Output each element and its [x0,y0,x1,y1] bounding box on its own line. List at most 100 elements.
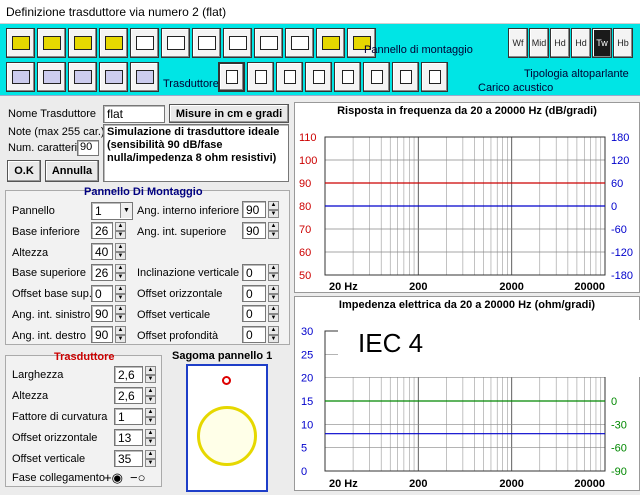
type-hd1-button[interactable]: Hd [550,28,570,58]
type-tw-button[interactable]: Tw [592,28,612,58]
incl-spinner[interactable]: ▲ ▼ [268,264,279,281]
alt-label: Altezza [12,390,49,402]
load-1-button[interactable] [218,62,245,92]
larg-spinner[interactable]: ▲ ▼ [145,366,156,383]
y-right-tick-label: 180 [611,132,629,144]
ang-des-spinner[interactable]: ▲ ▼ [115,326,126,343]
speaker-icon [341,70,354,84]
chevron-down-icon[interactable]: ▼ [120,203,132,218]
alt-input[interactable]: 2,6 [114,387,143,404]
ang-int-sup-input[interactable]: 90 [242,222,266,239]
tr-off-or-spinner[interactable]: ▲ ▼ [145,429,156,446]
mount-shape-9-button[interactable] [254,28,283,58]
y-right-tick-label: -30 [611,419,627,431]
incl-input[interactable]: 0 [242,264,266,281]
load-5-button[interactable] [334,62,361,92]
y-left-tick-label: 0 [301,466,307,478]
type-wf-button[interactable]: Wf [508,28,528,58]
altezza-spinner[interactable]: ▲ ▼ [115,243,126,260]
base-sup-input[interactable]: 26 [91,264,113,281]
ang-sin-input[interactable]: 90 [91,305,113,322]
mount-shape-11-button[interactable] [316,28,345,58]
off-ver-label: Offset verticale [137,309,211,321]
load-8-button[interactable] [421,62,448,92]
load-4-button[interactable] [305,62,332,92]
larg-input[interactable]: 2,6 [114,366,143,383]
type-hb-button[interactable]: Hb [613,28,633,58]
ang-int-inf-spinner[interactable]: ▲ ▼ [268,201,279,218]
load-6-button[interactable] [363,62,390,92]
off-or-input[interactable]: 0 [242,285,266,302]
ang-int-inf-input[interactable]: 90 [242,201,266,218]
off-prof-input[interactable]: 0 [242,326,266,343]
curv-spinner[interactable]: ▲ ▼ [145,408,156,425]
off-prof-spinner[interactable]: ▲ ▼ [268,326,279,343]
phase-positive-radio[interactable]: +◉ [104,470,123,486]
driver-shape-1-button[interactable] [6,62,35,92]
y-left-tick-label: 100 [299,155,317,167]
tr-off-ver-input[interactable]: 35 [114,450,143,467]
ang-des-input[interactable]: 90 [91,326,113,343]
mount-shape-4-button[interactable] [99,28,128,58]
frequency-response-chart: Risposta in frequenza da 20 a 20000 Hz (… [294,102,640,293]
curv-input[interactable]: 1 [114,408,143,425]
load-2-button[interactable] [247,62,274,92]
name-input[interactable]: flat [103,105,165,123]
tr-off-ver-spinner[interactable]: ▲ ▼ [145,450,156,467]
driver-shape-4-button[interactable] [99,62,128,92]
altezza-input[interactable]: 40 [91,243,113,260]
off-ver-spinner[interactable]: ▲ ▼ [268,305,279,322]
ok-button[interactable]: O.K [7,160,41,182]
y-right-tick-label: -60 [611,224,627,236]
speaker-type-row: Wf Mid Hd Hd Tw Hb [508,28,633,58]
ang-int-sup-spinner[interactable]: ▲ ▼ [268,222,279,239]
ang-int-inf-label: Ang. interno inferiore [137,205,240,217]
driver-shape-row [6,62,159,92]
driver-shape-2-button[interactable] [37,62,66,92]
mount-shape-8-button[interactable] [223,28,252,58]
panel-icon [42,36,61,50]
driver-shape-5-button[interactable] [130,62,159,92]
ang-sin-spinner[interactable]: ▲ ▼ [115,305,126,322]
y-left-tick-label: 80 [299,201,311,213]
panel-icon [197,36,216,50]
tr-off-or-input[interactable]: 13 [114,429,143,446]
base-sup-spinner[interactable]: ▲ ▼ [115,264,126,281]
alt-spinner[interactable]: ▲ ▼ [145,387,156,404]
y-right-tick-label: 0 [611,201,617,213]
cancel-button[interactable]: Annulla [45,160,99,182]
tr-off-ver-label: Offset verticale [12,453,86,465]
type-tw-label: Tw [596,38,608,48]
base-inf-input[interactable]: 26 [91,222,113,239]
ang-sin-label: Ang. int. sinistro [12,309,91,321]
off-base-spinner[interactable]: ▲ ▼ [115,285,126,302]
type-wf-label: Wf [512,38,524,48]
base-inf-spinner[interactable]: ▲ ▼ [115,222,126,239]
mount-shape-2-button[interactable] [37,28,66,58]
mount-shape-1-button[interactable] [6,28,35,58]
load-7-button[interactable] [392,62,419,92]
note-label: Note (max 255 car.) [8,126,105,138]
units-button[interactable]: Misure in cm e gradi [169,104,289,123]
off-or-spinner[interactable]: ▲ ▼ [268,285,279,302]
off-ver-input[interactable]: 0 [242,305,266,322]
note-textarea[interactable]: Simulazione di trasduttore ideale (sensi… [103,124,289,182]
type-hd2-button[interactable]: Hd [571,28,591,58]
speaker-icon [399,70,412,84]
type-mid-button[interactable]: Mid [529,28,549,58]
panel-icon [11,36,30,50]
mount-shape-5-button[interactable] [130,28,159,58]
load-3-button[interactable] [276,62,303,92]
mount-shape-10-button[interactable] [285,28,314,58]
mount-shape-6-button[interactable] [161,28,190,58]
freq-chart-svg: 110 100 90 80 70 60 50 180 120 60 0 -60 -120 -180 20 H… [299,132,633,293]
phase-negative-radio[interactable]: −○ [130,470,145,485]
mount-shape-7-button[interactable] [192,28,221,58]
x-tick-label: 20000 [574,281,605,293]
carico-label: Carico acustico [478,82,554,94]
base-inf-label: Base inferiore [12,226,80,238]
mount-shape-3-button[interactable] [68,28,97,58]
driver-shape-3-button[interactable] [68,62,97,92]
off-base-input[interactable]: 0 [91,285,113,302]
tipologia-label: Tipologia altoparlante [524,68,629,80]
